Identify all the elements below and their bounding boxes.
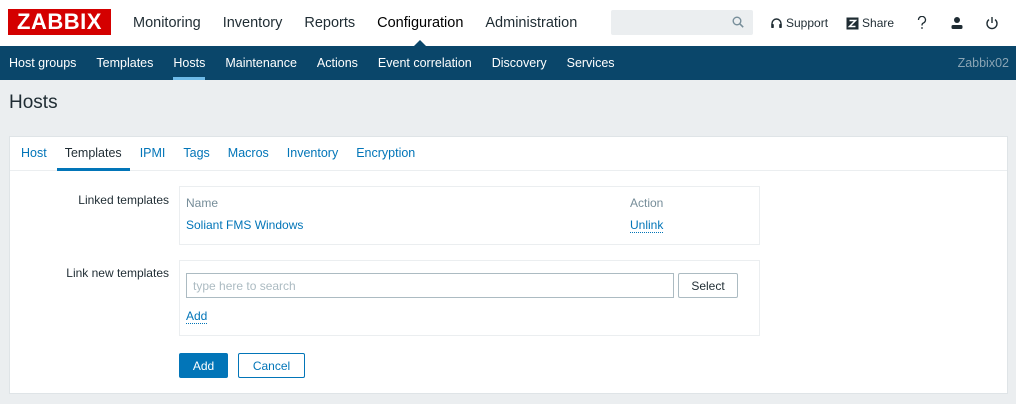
menu-administration[interactable]: Administration xyxy=(474,0,588,46)
top-bar: ZABBIX Monitoring Inventory Reports Conf… xyxy=(0,0,1016,46)
cancel-button[interactable]: Cancel xyxy=(238,353,305,378)
profile-button[interactable] xyxy=(945,11,969,35)
help-button[interactable] xyxy=(910,11,934,35)
unlink-link[interactable]: Unlink xyxy=(630,218,664,233)
share-label: Share xyxy=(862,16,895,30)
global-search xyxy=(611,10,753,35)
top-actions: Support Share xyxy=(760,0,1004,46)
template-search-input[interactable] xyxy=(187,274,673,297)
submenu-maintenance[interactable]: Maintenance xyxy=(215,46,307,80)
support-link[interactable]: Support xyxy=(770,16,828,30)
link-new-templates-box: Select Add xyxy=(179,260,760,336)
link-new-templates-label: Link new templates xyxy=(66,266,169,280)
linked-templates-table: Name Action Soliant FMS Windows Unlink xyxy=(179,186,760,245)
tab-tags[interactable]: Tags xyxy=(174,137,218,170)
menu-inventory[interactable]: Inventory xyxy=(212,0,294,46)
menu-monitoring[interactable]: Monitoring xyxy=(122,0,212,46)
sign-out-button[interactable] xyxy=(980,11,1004,35)
menu-reports[interactable]: Reports xyxy=(293,0,366,46)
tab-encryption[interactable]: Encryption xyxy=(347,137,424,170)
share-link[interactable]: Share xyxy=(846,16,894,30)
tab-macros[interactable]: Macros xyxy=(219,137,278,170)
zabbix-logo[interactable]: ZABBIX xyxy=(8,9,111,35)
tab-templates[interactable]: Templates xyxy=(56,137,131,171)
tab-ipmi[interactable]: IPMI xyxy=(131,137,175,170)
share-icon xyxy=(846,17,859,29)
host-tabs: Host Templates IPMI Tags Macros Inventor… xyxy=(10,137,1007,171)
linked-templates-label: Linked templates xyxy=(78,193,169,207)
menu-configuration[interactable]: Configuration xyxy=(366,0,474,46)
template-search-field xyxy=(186,273,674,298)
submenu-hosts[interactable]: Hosts xyxy=(163,46,215,80)
help-icon xyxy=(917,16,927,29)
tab-host[interactable]: Host xyxy=(12,137,56,170)
search-input[interactable] xyxy=(612,11,724,34)
submenu-templates[interactable]: Templates xyxy=(86,46,163,80)
select-button[interactable]: Select xyxy=(678,273,738,298)
host-form-panel: Host Templates IPMI Tags Macros Inventor… xyxy=(9,136,1008,394)
submenu-services[interactable]: Services xyxy=(557,46,625,80)
server-name: Zabbix02 xyxy=(957,56,1009,70)
search-icon[interactable] xyxy=(732,16,744,28)
column-header-name: Name xyxy=(186,196,219,210)
power-icon xyxy=(986,17,998,30)
submenu-event-correlation[interactable]: Event correlation xyxy=(368,46,482,80)
page-title: Hosts xyxy=(9,92,58,113)
support-label: Support xyxy=(786,16,829,30)
main-menu: Monitoring Inventory Reports Configurati… xyxy=(122,0,588,46)
sub-menu: Host groups Templates Hosts Maintenance … xyxy=(0,46,1016,80)
user-icon xyxy=(951,17,963,29)
tab-inventory[interactable]: Inventory xyxy=(278,137,347,170)
headset-icon xyxy=(771,17,782,28)
linked-template-name[interactable]: Soliant FMS Windows xyxy=(186,218,303,232)
submenu-actions[interactable]: Actions xyxy=(307,46,368,80)
sub-menu-bar: Host groups Templates Hosts Maintenance … xyxy=(0,46,1016,80)
submenu-host-groups[interactable]: Host groups xyxy=(0,46,86,80)
add-button[interactable]: Add xyxy=(179,353,228,378)
add-template-link[interactable]: Add xyxy=(186,309,208,324)
submenu-discovery[interactable]: Discovery xyxy=(482,46,557,80)
column-header-action: Action xyxy=(630,196,664,210)
